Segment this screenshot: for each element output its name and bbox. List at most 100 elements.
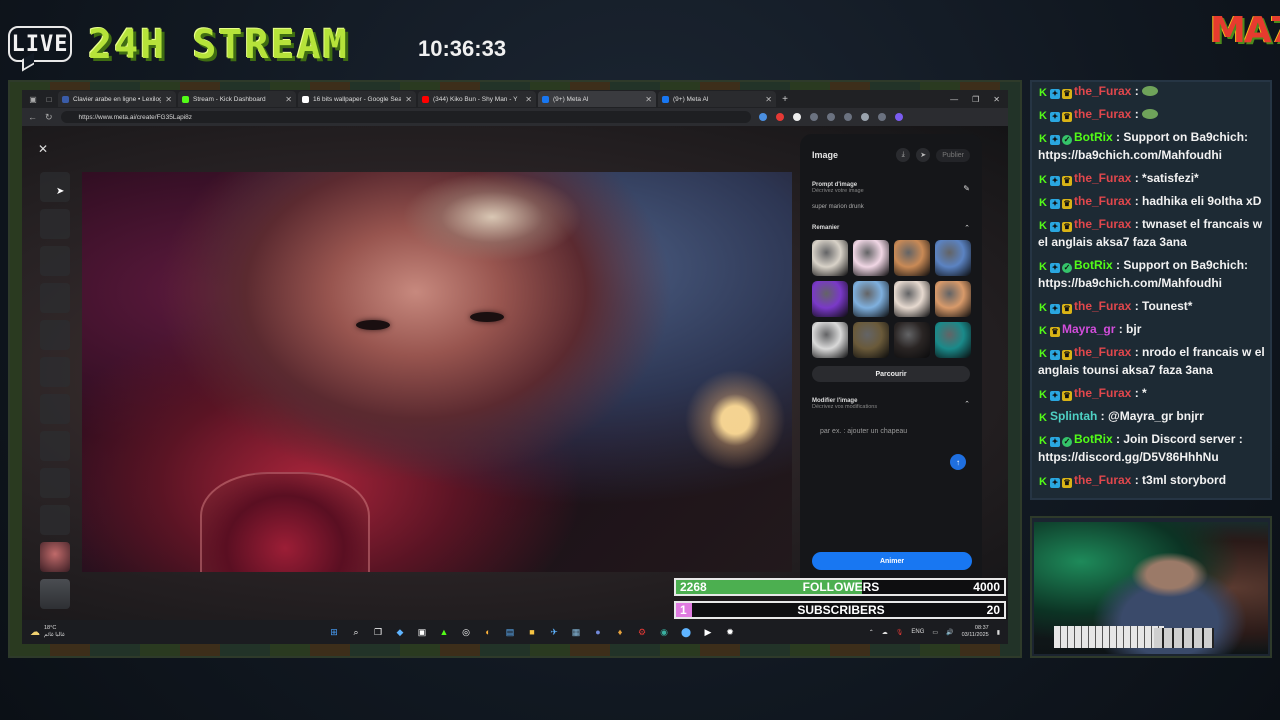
tab-close-icon[interactable]: ✕	[285, 95, 292, 104]
extension-icon[interactable]	[792, 113, 801, 121]
maximize-icon[interactable]: ❐	[972, 95, 979, 104]
tab-close-icon[interactable]: ✕	[405, 95, 412, 104]
chat-username[interactable]: the_Furax	[1074, 345, 1131, 359]
app-icon[interactable]: ▶	[700, 624, 716, 640]
tab-actions-icon[interactable]: ▣	[26, 93, 40, 105]
app-icon[interactable]: ♦	[612, 624, 628, 640]
chat-username[interactable]: the_Furax	[1074, 299, 1131, 313]
download-icon[interactable]: ⤓	[896, 148, 911, 162]
thumbnail[interactable]	[40, 394, 70, 424]
thumbnail[interactable]	[40, 209, 70, 239]
extension-icon[interactable]	[809, 113, 818, 121]
remix-style-swatch[interactable]	[935, 281, 971, 317]
browser-tab[interactable]: Clavier arabe en ligne • Lexilogos ✕	[58, 91, 176, 107]
edit-pencil-icon[interactable]: ✎	[963, 184, 970, 193]
language-indicator[interactable]: ENG	[911, 629, 924, 635]
remix-style-swatch[interactable]	[812, 281, 848, 317]
favorites-icon[interactable]	[826, 113, 835, 121]
chevron-up-icon[interactable]: ⌃	[869, 629, 874, 636]
tab-close-icon[interactable]: ✕	[765, 95, 772, 104]
chat-username[interactable]: the_Furax	[1074, 386, 1131, 400]
remix-style-swatch[interactable]	[812, 240, 848, 276]
animate-button[interactable]: Animer	[812, 552, 972, 570]
thumbnail[interactable]	[40, 357, 70, 387]
more-icon[interactable]	[877, 113, 886, 121]
chat-username[interactable]: Mayra_gr	[1062, 322, 1115, 336]
chat-username[interactable]: BotRix	[1074, 130, 1113, 144]
share-icon[interactable]: ➤	[916, 148, 931, 162]
copilot-icon[interactable]	[894, 113, 903, 121]
remix-style-swatch[interactable]	[894, 281, 930, 317]
notification-icon[interactable]: ▮	[997, 629, 1000, 636]
browser-tab[interactable]: (344) Kiko Bun - Shy Man - Y ✕	[418, 91, 536, 107]
widgets-icon[interactable]: ◆	[392, 624, 408, 640]
extension-icon[interactable]	[775, 113, 784, 121]
remix-style-swatch[interactable]	[935, 322, 971, 358]
mic-icon[interactable]: 🎙	[896, 629, 904, 636]
minimize-icon[interactable]: —	[950, 95, 958, 104]
browser-tab[interactable]: Stream - Kick Dashboard ✕	[178, 91, 296, 107]
chat-username[interactable]: the_Furax	[1074, 217, 1131, 231]
browser-tab[interactable]: 16 bits wallpaper - Google Search ✕	[298, 91, 416, 107]
settings-icon[interactable]: ✹	[722, 624, 738, 640]
app-icon[interactable]: ◎	[458, 624, 474, 640]
chat-username[interactable]: Splintah	[1050, 409, 1097, 423]
app-icon[interactable]: ▲	[436, 624, 452, 640]
remix-style-swatch[interactable]	[853, 240, 889, 276]
browser-tab[interactable]: (9+) Meta AI ✕	[658, 91, 776, 107]
app-icon[interactable]: ▦	[568, 624, 584, 640]
collections-icon[interactable]	[843, 113, 852, 121]
edge-icon[interactable]: ◉	[656, 624, 672, 640]
remix-style-swatch[interactable]	[812, 322, 848, 358]
chat-username[interactable]: the_Furax	[1074, 194, 1131, 208]
tab-close-icon[interactable]: ✕	[525, 95, 532, 104]
prompt-value[interactable]: super marion drunk	[812, 204, 970, 210]
discord-icon[interactable]: ●	[590, 624, 606, 640]
volume-icon[interactable]: 🔊	[946, 629, 953, 636]
thumbnail[interactable]	[40, 468, 70, 498]
weather-widget[interactable]: ☁ 18°C غالبا غائم	[22, 625, 152, 639]
browser-tab[interactable]: (9+) Meta AI ✕	[538, 91, 656, 107]
app-icon[interactable]: ⬤	[678, 624, 694, 640]
reload-icon[interactable]: ↻	[45, 112, 53, 123]
chevron-up-icon[interactable]: ⌃	[964, 400, 970, 408]
chat-username[interactable]: BotRix	[1074, 432, 1113, 446]
task-view-icon[interactable]: ❐	[370, 624, 386, 640]
remix-style-swatch[interactable]	[853, 281, 889, 317]
url-field[interactable]: https://www.meta.ai/create/FG35Lapi8z	[60, 111, 751, 123]
modify-input[interactable]: par ex. : ajouter un chapeau ↑	[812, 422, 970, 474]
send-arrow-icon[interactable]: ↑	[950, 454, 966, 470]
publish-button[interactable]: Publier	[936, 148, 970, 162]
browse-button[interactable]: Parcourir	[812, 366, 970, 382]
app-icon[interactable]: ▤	[502, 624, 518, 640]
remix-style-swatch[interactable]	[935, 240, 971, 276]
thumbnail[interactable]	[40, 320, 70, 350]
chat-username[interactable]: the_Furax	[1074, 84, 1131, 98]
file-explorer-icon[interactable]: ■	[524, 624, 540, 640]
remix-style-swatch[interactable]	[894, 240, 930, 276]
app-icon[interactable]: ⚙	[634, 624, 650, 640]
extension-icon[interactable]	[758, 113, 767, 121]
thumbnail[interactable]	[40, 579, 70, 609]
close-window-icon[interactable]: ✕	[993, 95, 1000, 104]
close-icon[interactable]: ✕	[38, 142, 48, 156]
search-icon[interactable]: ⌕	[348, 624, 364, 640]
app-icon[interactable]: ✈	[546, 624, 562, 640]
back-icon[interactable]: ←	[28, 112, 37, 122]
chevron-up-icon[interactable]: ⌃	[964, 224, 970, 232]
thumbnail[interactable]	[40, 283, 70, 313]
thumbnail[interactable]	[40, 172, 70, 202]
tab-overview-icon[interactable]: □	[42, 93, 56, 105]
chat-username[interactable]: the_Furax	[1074, 473, 1131, 487]
thumbnail[interactable]	[40, 431, 70, 461]
profile-avatar[interactable]	[860, 113, 869, 121]
chat-username[interactable]: BotRix	[1074, 258, 1113, 272]
thumbnail[interactable]	[40, 542, 70, 572]
chat-username[interactable]: the_Furax	[1074, 107, 1131, 121]
remix-style-swatch[interactable]	[853, 322, 889, 358]
cloud-icon[interactable]: ☁	[882, 629, 888, 636]
app-icon[interactable]: ▣	[414, 624, 430, 640]
thumbnail[interactable]	[40, 505, 70, 535]
network-icon[interactable]: ▭	[932, 629, 938, 636]
windows-start-icon[interactable]: ⊞	[326, 624, 342, 640]
